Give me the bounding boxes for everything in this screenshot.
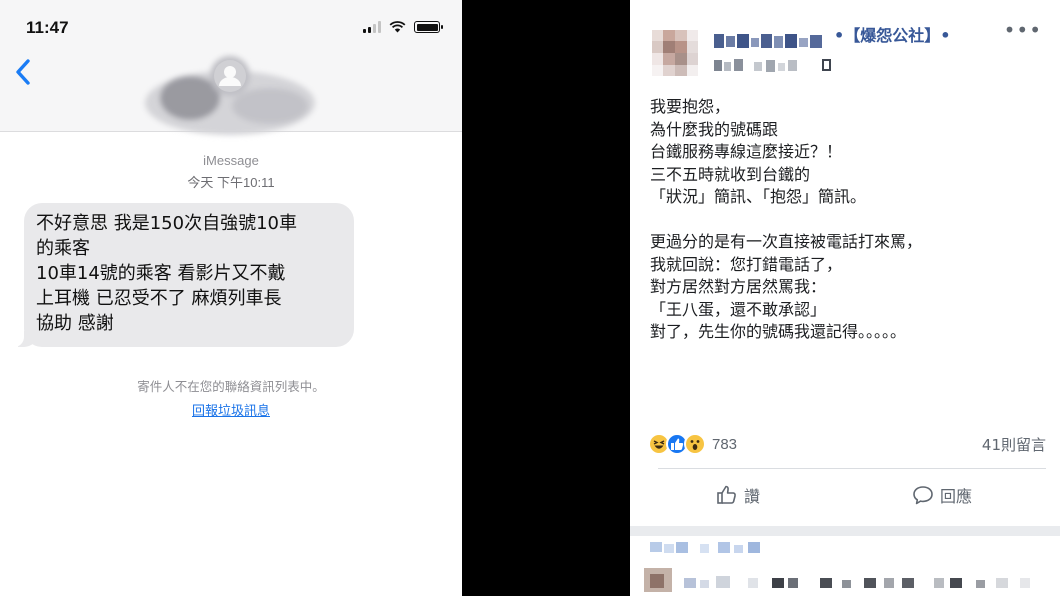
post-text-line: 更過分的是有一次直接被電話打來罵， — [650, 232, 923, 251]
comment-preview-pixelated — [644, 542, 1030, 592]
post-body: 我要抱怨， 為什麼我的號碼跟 台鐵服務專線這麼接近？！ 三不五時就收到台鐵的 「… — [650, 96, 1050, 344]
received-message-bubble[interactable]: 不好意思 我是150次自強號10車 的乘客 10車14號的乘客 看影片又不戴 上… — [14, 203, 354, 347]
post-text-line: 三不五時就收到台鐵的 — [650, 164, 811, 184]
comment-button-label: 回應 — [940, 487, 973, 506]
post-text-line: 「王八蛋，還不敢承認」 — [650, 299, 827, 319]
comment-count[interactable]: 41則留言 — [982, 434, 1046, 455]
message-line: 協助 感謝 — [36, 313, 114, 334]
post-meta-pixelated — [714, 59, 831, 72]
message-timestamp: 今天 下午10:11 — [187, 175, 275, 190]
report-junk-link[interactable]: 回報垃圾訊息 — [0, 400, 462, 419]
imessage-label: iMessage — [203, 153, 259, 168]
wifi-icon — [389, 21, 406, 33]
reaction-summary[interactable]: 783 — [648, 432, 737, 456]
like-button[interactable]: 讚 — [716, 482, 760, 508]
facebook-post: •【爆怨公社】• ••• 我要抱怨， 為什麼我的號碼跟 台鐵服務專線這麼接近？！… — [630, 0, 1060, 596]
message-line: 上耳機 已忍受不了 麻煩列車長 — [36, 288, 282, 309]
post-text-line: 「狀況」簡訊、「抱怨」簡訊。 — [650, 187, 867, 206]
like-button-label: 讚 — [744, 487, 761, 506]
post-text-line — [650, 209, 1050, 232]
status-bar-time: 11:47 — [26, 18, 69, 37]
imessage-screenshot: 11:47 iMessage 今天 下午10:11 不好意思 我是150次自強號… — [0, 0, 462, 596]
comment-section-separator — [630, 526, 1060, 536]
post-text-line: 我就回說：您打錯電話了， — [650, 254, 843, 274]
comment-bubble-icon — [913, 486, 933, 505]
post-text-line: 為什麼我的號碼跟 — [650, 119, 779, 139]
reaction-count: 783 — [712, 435, 738, 453]
poster-name-pixelated[interactable] — [714, 30, 824, 52]
comment-button[interactable]: 回應 — [912, 482, 972, 508]
cellular-signal-icon — [363, 21, 381, 33]
message-line: 不好意思 我是150次自強號10車 — [36, 213, 297, 234]
post-text-line: 我要抱怨， — [650, 97, 731, 116]
wow-icon — [684, 433, 706, 455]
contact-avatar-blurred — [145, 56, 315, 135]
battery-icon — [414, 21, 443, 33]
poster-avatar-pixelated[interactable] — [652, 30, 698, 76]
message-line: 10車14號的乘客 看影片又不戴 — [36, 263, 286, 284]
thumbs-up-icon — [717, 485, 736, 504]
back-chevron-icon[interactable] — [10, 56, 38, 88]
status-bar-icons — [363, 20, 443, 34]
group-name-link[interactable]: •【爆怨公社】• — [834, 22, 950, 46]
post-text-line: 台鐵服務專線這麼接近？！ — [650, 142, 843, 161]
unknown-sender-notice: 寄件人不在您的聯絡資訊列表中。 — [137, 379, 325, 394]
divider — [658, 468, 1046, 469]
post-text-line: 對方居然對方居然罵我： — [650, 277, 827, 296]
more-options-icon[interactable]: ••• — [1004, 18, 1042, 42]
message-line: 的乘客 — [36, 238, 90, 259]
post-text-line: 對了，先生你的號碼我還記得。。。。。 — [650, 322, 907, 341]
